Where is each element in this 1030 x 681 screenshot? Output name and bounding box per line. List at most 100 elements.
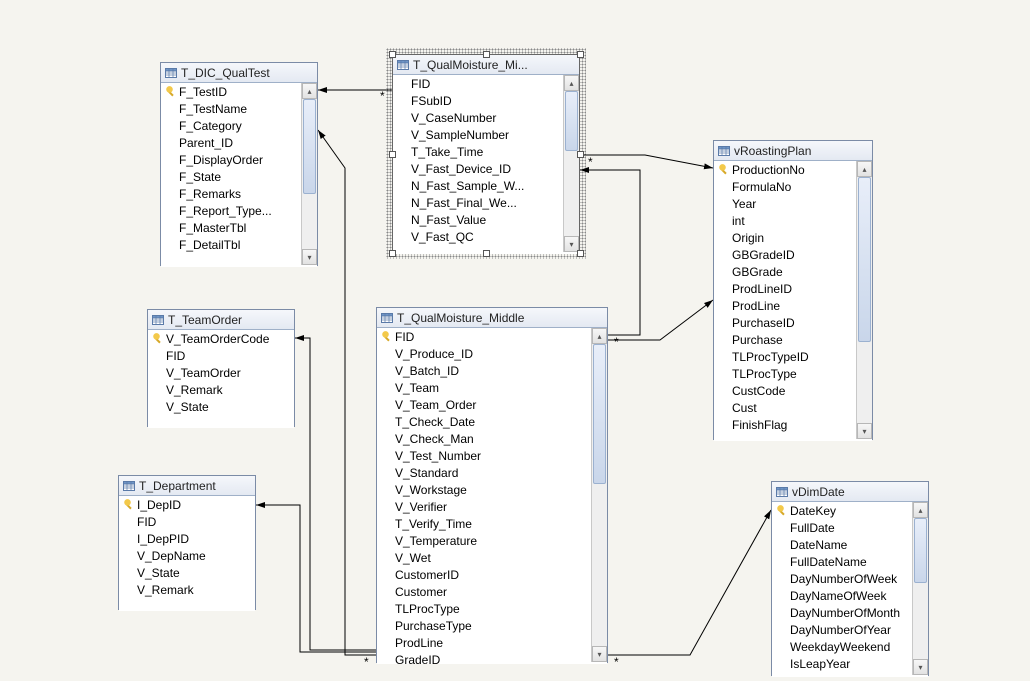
scroll-up-button[interactable]: ▴ xyxy=(592,328,607,344)
resize-handle[interactable] xyxy=(577,51,584,58)
column[interactable]: DateName xyxy=(772,536,912,553)
vertical-scrollbar[interactable]: ▴▾ xyxy=(912,502,928,675)
column[interactable]: GradeID xyxy=(377,651,591,664)
column[interactable]: FID xyxy=(119,513,255,530)
scroll-down-button[interactable]: ▾ xyxy=(302,249,317,265)
column[interactable]: T_Check_Date xyxy=(377,413,591,430)
column[interactable]: N_Fast_Final_We... xyxy=(393,194,563,211)
column[interactable]: F_DetailTbl xyxy=(161,236,301,253)
scroll-thumb[interactable] xyxy=(565,91,578,151)
column-pk[interactable]: ProductionNo xyxy=(714,161,856,178)
column[interactable]: TLProcType xyxy=(714,365,856,382)
column[interactable]: F_Report_Type... xyxy=(161,202,301,219)
column[interactable]: F_Category xyxy=(161,117,301,134)
column[interactable]: Parent_ID xyxy=(161,134,301,151)
column[interactable]: T_Verify_Time xyxy=(377,515,591,532)
scroll-down-button[interactable]: ▾ xyxy=(592,646,607,662)
column[interactable]: CustCode xyxy=(714,382,856,399)
table-header[interactable]: T_DIC_QualTest xyxy=(161,63,317,83)
scroll-track[interactable] xyxy=(302,99,317,249)
column[interactable]: GBGrade xyxy=(714,263,856,280)
scroll-down-button[interactable]: ▾ xyxy=(857,423,872,439)
column[interactable]: WeekdayWeekend xyxy=(772,638,912,655)
column[interactable]: ProdLine xyxy=(377,634,591,651)
scroll-track[interactable] xyxy=(592,344,607,646)
column[interactable]: DayNumberOfYear xyxy=(772,621,912,638)
column[interactable]: FinishFlag xyxy=(714,416,856,433)
vertical-scrollbar[interactable]: ▴▾ xyxy=(301,83,317,265)
column-pk[interactable]: I_DepID xyxy=(119,496,255,513)
scroll-thumb[interactable] xyxy=(303,99,316,194)
column[interactable]: V_Fast_Device_ID xyxy=(393,160,563,177)
column[interactable]: V_State xyxy=(148,398,294,415)
column[interactable]: V_Check_Man xyxy=(377,430,591,447)
scroll-up-button[interactable]: ▴ xyxy=(857,161,872,177)
table-header[interactable]: T_TeamOrder xyxy=(148,310,294,330)
column[interactable]: FullDate xyxy=(772,519,912,536)
column[interactable]: I_DepPID xyxy=(119,530,255,547)
column[interactable]: PurchaseID xyxy=(714,314,856,331)
column[interactable]: FormulaNo xyxy=(714,178,856,195)
column[interactable]: V_State xyxy=(119,564,255,581)
column[interactable]: Purchase xyxy=(714,331,856,348)
column-pk[interactable]: V_TeamOrderCode xyxy=(148,330,294,347)
column[interactable]: V_Standard xyxy=(377,464,591,481)
column[interactable]: V_Team_Order xyxy=(377,396,591,413)
column[interactable]: V_Test_Number xyxy=(377,447,591,464)
column[interactable]: V_Produce_ID xyxy=(377,345,591,362)
resize-handle[interactable] xyxy=(483,51,490,58)
scroll-track[interactable] xyxy=(564,91,579,236)
table-header[interactable]: T_QualMoisture_Mi... xyxy=(393,55,579,75)
column[interactable]: Origin xyxy=(714,229,856,246)
column[interactable]: V_Wet xyxy=(377,549,591,566)
column[interactable]: V_Batch_ID xyxy=(377,362,591,379)
column[interactable]: FID xyxy=(148,347,294,364)
column[interactable]: IsLeapYear xyxy=(772,655,912,672)
resize-handle[interactable] xyxy=(389,151,396,158)
column[interactable]: DayNumberOfWeek xyxy=(772,570,912,587)
column-pk[interactable]: DateKey xyxy=(772,502,912,519)
table-header[interactable]: T_QualMoisture_Middle xyxy=(377,308,607,328)
column[interactable]: FID xyxy=(393,75,563,92)
column[interactable]: Year xyxy=(714,195,856,212)
column[interactable]: Customer xyxy=(377,583,591,600)
column[interactable]: V_TeamOrder xyxy=(148,364,294,381)
resize-handle[interactable] xyxy=(389,250,396,257)
table-dimdate[interactable]: vDimDateDateKeyFullDateDateNameFullDateN… xyxy=(771,481,929,676)
table-header[interactable]: vDimDate xyxy=(772,482,928,502)
column[interactable]: V_Workstage xyxy=(377,481,591,498)
column[interactable]: CustomerID xyxy=(377,566,591,583)
column[interactable]: F_State xyxy=(161,168,301,185)
column[interactable]: V_Verifier xyxy=(377,498,591,515)
column[interactable]: N_Fast_Sample_W... xyxy=(393,177,563,194)
column[interactable]: N_Fast_Value xyxy=(393,211,563,228)
resize-handle[interactable] xyxy=(577,250,584,257)
column-pk[interactable]: F_TestID xyxy=(161,83,301,100)
column[interactable]: F_DisplayOrder xyxy=(161,151,301,168)
column[interactable]: V_Temperature xyxy=(377,532,591,549)
table-header[interactable]: vRoastingPlan xyxy=(714,141,872,161)
vertical-scrollbar[interactable]: ▴▾ xyxy=(591,328,607,662)
resize-handle[interactable] xyxy=(483,250,490,257)
table-department[interactable]: T_DepartmentI_DepIDFIDI_DepPIDV_DepNameV… xyxy=(118,475,256,610)
column[interactable]: ProdLineID xyxy=(714,280,856,297)
column[interactable]: F_TestName xyxy=(161,100,301,117)
table-header[interactable]: T_Department xyxy=(119,476,255,496)
column-pk[interactable]: FID xyxy=(377,328,591,345)
table-teamorder[interactable]: T_TeamOrderV_TeamOrderCodeFIDV_TeamOrder… xyxy=(147,309,295,427)
column[interactable]: V_CaseNumber xyxy=(393,109,563,126)
table-moisture_middle[interactable]: T_QualMoisture_MiddleFIDV_Produce_IDV_Ba… xyxy=(376,307,608,663)
column[interactable]: F_Remarks xyxy=(161,185,301,202)
scroll-track[interactable] xyxy=(913,518,928,659)
vertical-scrollbar[interactable]: ▴▾ xyxy=(563,75,579,252)
diagram-canvas[interactable]: * * * * * T_DIC_QualTestF_TestIDF_TestNa… xyxy=(0,0,1030,681)
resize-handle[interactable] xyxy=(577,151,584,158)
column[interactable]: T_Take_Time xyxy=(393,143,563,160)
column[interactable]: FSubID xyxy=(393,92,563,109)
column[interactable]: GBGradeID xyxy=(714,246,856,263)
table-roasting[interactable]: vRoastingPlanProductionNoFormulaNoYearin… xyxy=(713,140,873,440)
column[interactable]: V_DepName xyxy=(119,547,255,564)
scroll-up-button[interactable]: ▴ xyxy=(564,75,579,91)
scroll-thumb[interactable] xyxy=(858,177,871,342)
resize-handle[interactable] xyxy=(389,51,396,58)
